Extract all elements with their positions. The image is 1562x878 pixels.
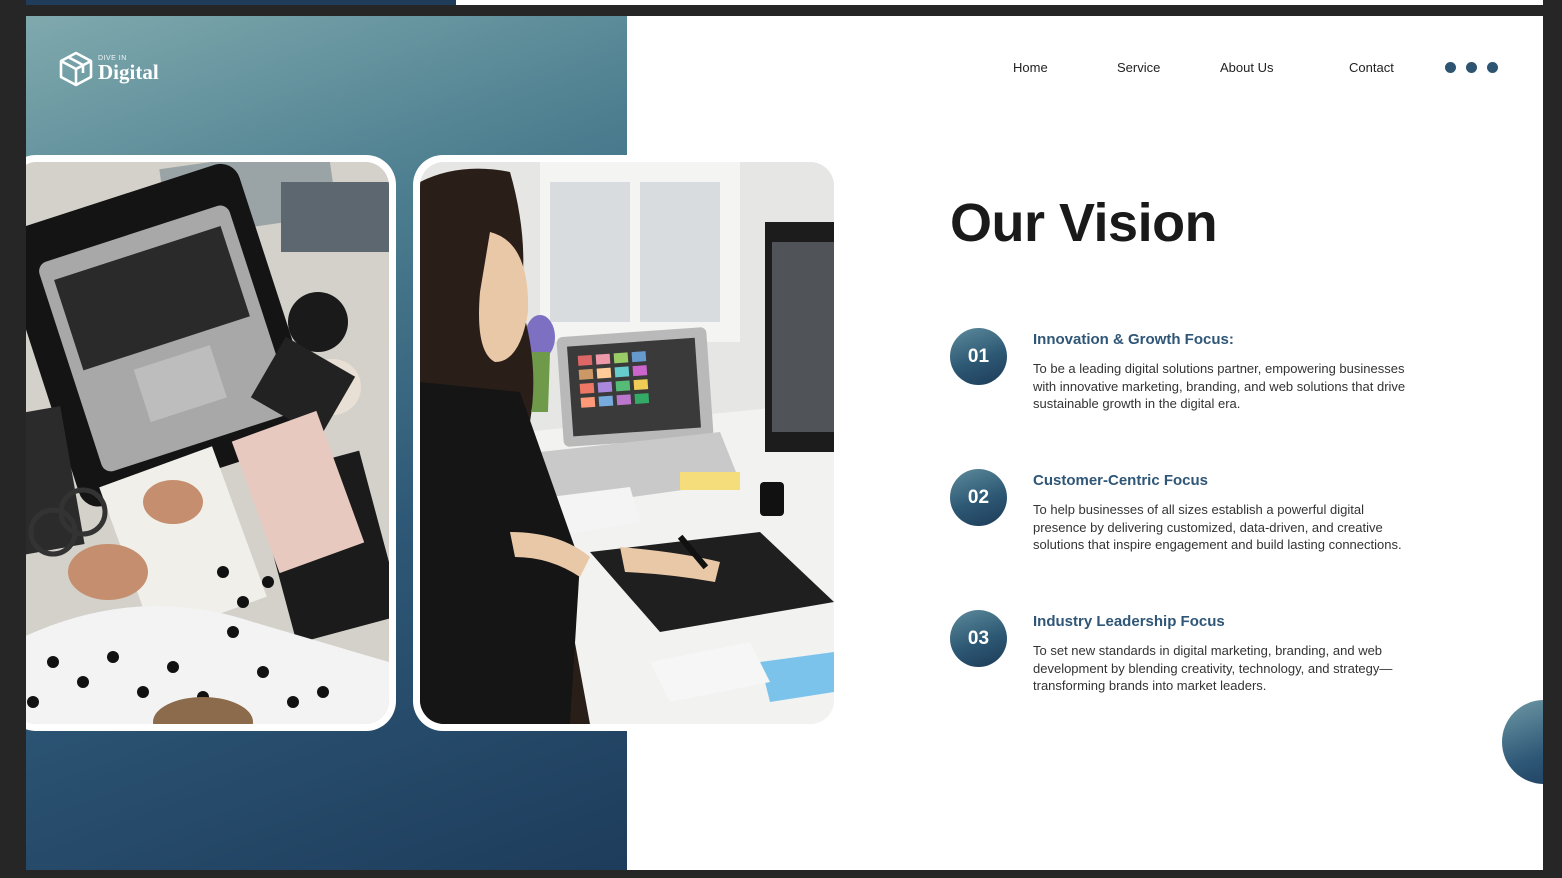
item-description: To set new standards in digital marketin… (1033, 643, 1393, 693)
designer-at-desk-photo (413, 155, 841, 731)
nav-service-link[interactable]: Service (1117, 60, 1160, 75)
workspace-photo-top-view (26, 155, 396, 731)
decorative-circle (1502, 700, 1543, 784)
slide: DIVE IN Digital Home Service About Us Co… (26, 16, 1543, 870)
item-heading: Innovation & Growth Focus: (1033, 331, 1234, 348)
item-number-badge: 02 (950, 469, 1007, 526)
top-navigation: Home Service About Us Contact (26, 60, 1543, 80)
item-description: To help businesses of all sizes establis… (1033, 502, 1402, 552)
item-heading: Industry Leadership Focus (1033, 613, 1225, 630)
item-number-badge: 03 (950, 610, 1007, 667)
nav-about-link[interactable]: About Us (1220, 60, 1273, 75)
nav-contact-link[interactable]: Contact (1349, 60, 1394, 75)
desk-illustration-image (26, 162, 389, 724)
nav-home-link[interactable]: Home (1013, 60, 1048, 75)
top-strip (26, 0, 1543, 5)
item-description: To be a leading digital solutions partne… (1033, 361, 1406, 411)
top-strip-accent (26, 0, 456, 5)
item-number-badge: 01 (950, 328, 1007, 385)
designer-illustration-image (420, 162, 834, 724)
page-title: Our Vision (950, 193, 1218, 253)
more-menu-dots-icon[interactable] (1445, 62, 1498, 73)
item-heading: Customer-Centric Focus (1033, 472, 1209, 489)
